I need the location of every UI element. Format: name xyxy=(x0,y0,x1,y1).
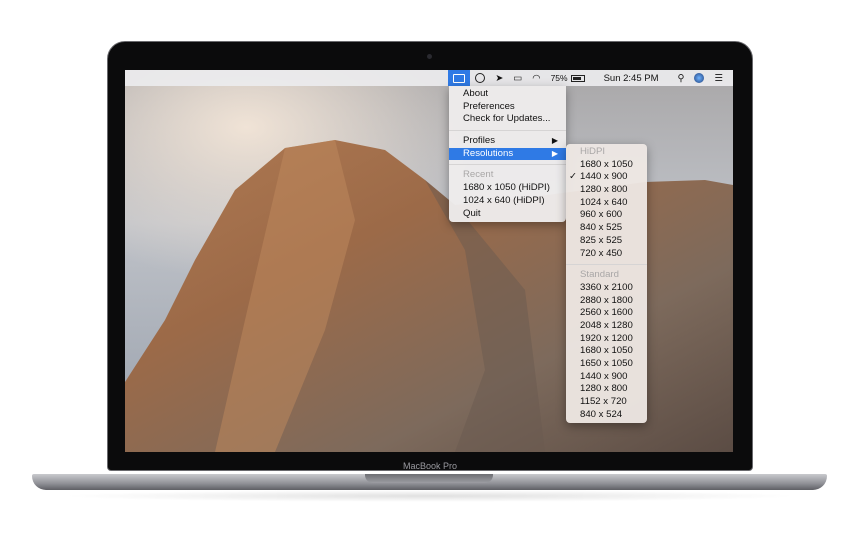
resolution-item[interactable]: 2048 x 1280 xyxy=(566,320,647,333)
wifi-icon: ◠ xyxy=(532,72,541,84)
battery-percent: 75% xyxy=(550,73,568,83)
menu-item-quit[interactable]: Quit xyxy=(449,208,566,221)
resolution-item[interactable]: 1152 x 720 xyxy=(566,396,647,409)
menu-separator xyxy=(566,264,647,266)
checkmark-icon: ✓ xyxy=(569,171,578,183)
resolution-item[interactable]: 1650 x 1050 xyxy=(566,358,647,371)
profiles-label: Profiles xyxy=(463,135,495,147)
menu-item-about[interactable]: About xyxy=(449,88,566,101)
hidpi-header: HiDPI xyxy=(580,146,606,157)
submenu-arrow-icon: ▶ xyxy=(551,136,558,146)
resolution-item[interactable]: 2560 x 1600 xyxy=(566,307,647,320)
resolution-item[interactable]: 1024 x 640 xyxy=(566,197,647,210)
resolution-item[interactable]: 1680 x 1050 xyxy=(566,159,647,172)
battery-icon xyxy=(570,74,585,82)
resolution-item[interactable]: 720 x 450 xyxy=(566,248,647,261)
brand-label: MacBook Pro xyxy=(402,461,458,471)
circle-status-item[interactable] xyxy=(470,70,490,86)
resolution-item[interactable]: 1280 x 800 xyxy=(566,383,647,396)
battery-status-item[interactable]: 75% xyxy=(546,70,590,86)
app-menu: About Preferences Check for Updates... P… xyxy=(449,86,566,223)
spotlight-button[interactable]: ⚲ xyxy=(673,70,690,86)
resolution-item[interactable]: 1280 x 800 xyxy=(566,184,647,197)
circle-icon xyxy=(475,73,486,83)
menu-item-preferences[interactable]: Preferences xyxy=(449,101,566,114)
menu-bar: ➤ ▭ ◠ 75% Sun 2:45 PM ⚲ ☰ xyxy=(125,70,733,86)
resolution-item[interactable]: 825 x 525 xyxy=(566,235,647,248)
menu-item-resolutions[interactable]: Resolutions ▶ xyxy=(449,147,566,161)
resolution-item[interactable]: 2880 x 1800 xyxy=(566,295,647,308)
display-menu-extra[interactable] xyxy=(448,70,471,86)
resolution-label: 1440 x 900 xyxy=(580,171,628,183)
resolution-item-selected[interactable]: ✓ 1440 x 900 xyxy=(566,171,647,184)
location-status-item[interactable]: ➤ xyxy=(490,70,508,86)
menu-separator xyxy=(449,130,566,132)
laptop-notch xyxy=(365,474,493,483)
display-icon xyxy=(453,73,466,83)
search-icon: ⚲ xyxy=(677,72,685,84)
standard-header: Standard xyxy=(580,269,619,281)
resolution-item[interactable]: 960 x 600 xyxy=(566,209,647,222)
menu-item-recent[interactable]: 1024 x 640 (HiDPI) xyxy=(449,195,566,208)
siri-icon xyxy=(694,73,705,83)
menu-item-check-updates[interactable]: Check for Updates... xyxy=(449,113,566,126)
airplay-status-item[interactable]: ▭ xyxy=(508,70,527,86)
siri-button[interactable] xyxy=(689,70,709,86)
screen: ➤ ▭ ◠ 75% Sun 2:45 PM ⚲ ☰ About Preferen… xyxy=(125,70,733,452)
resolution-item[interactable]: 1920 x 1200 xyxy=(566,333,647,346)
airplay-icon: ▭ xyxy=(513,72,523,84)
resolution-item[interactable]: 840 x 524 xyxy=(566,409,647,422)
resolution-item[interactable]: 3360 x 2100 xyxy=(566,282,647,295)
resolution-item[interactable]: 840 x 525 xyxy=(566,222,647,235)
resolutions-submenu: HiDPI 1680 x 1050 ✓ 1440 x 900 1280 x 800… xyxy=(566,144,647,424)
laptop-shadow xyxy=(60,490,800,502)
resolution-item[interactable]: 1680 x 1050 xyxy=(566,345,647,358)
notification-center-button[interactable]: ☰ xyxy=(709,70,733,86)
resolutions-label: Resolutions xyxy=(463,147,514,159)
list-icon: ☰ xyxy=(714,72,723,84)
recent-header: Recent xyxy=(463,169,494,181)
camera xyxy=(427,54,432,59)
menu-item-recent[interactable]: 1680 x 1050 (HiDPI) xyxy=(449,182,566,195)
menu-item-profiles[interactable]: Profiles ▶ xyxy=(449,135,566,148)
resolution-item[interactable]: 1440 x 900 xyxy=(566,371,647,384)
submenu-arrow-icon: ▶ xyxy=(551,148,558,158)
clock[interactable]: Sun 2:45 PM xyxy=(590,70,673,86)
location-arrow-icon: ➤ xyxy=(495,72,504,84)
menu-separator xyxy=(449,164,566,166)
wifi-status-item[interactable]: ◠ xyxy=(527,70,545,86)
